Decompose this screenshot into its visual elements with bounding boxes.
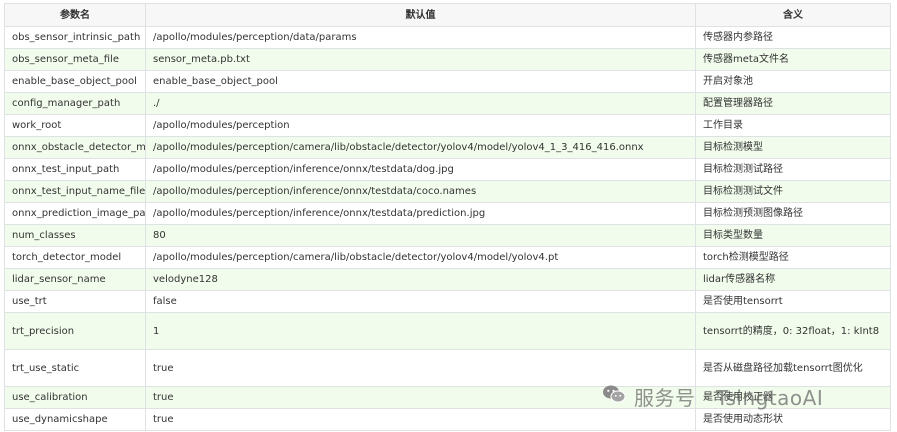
watermark: 服务号 · TsingtaoAI	[602, 382, 823, 411]
cell-default-value: ./	[145, 92, 696, 115]
cell-param-name: lidar_sensor_name	[4, 268, 146, 291]
cell-default-value: /apollo/modules/perception	[145, 114, 696, 137]
table-row: enable_base_object_pool enable_base_objec…	[4, 70, 891, 93]
table-row: trt_precision 1 tensorrt的精度，0: 32float，1: …	[4, 312, 891, 350]
cell-default-value: /apollo/modules/perception/data/params	[145, 26, 696, 49]
cell-default-value: enable_base_object_pool	[145, 70, 696, 93]
table-row: lidar_sensor_name velodyne128 lidar传感器名称	[4, 268, 891, 291]
watermark-text: 服务号 · TsingtaoAI	[634, 386, 824, 410]
cell-meaning: tensorrt的精度，0: 32float，1: kInt8	[695, 312, 891, 350]
table-row: num_classes 80 目标类型数量	[4, 224, 891, 247]
cell-param-name: use_trt	[4, 290, 146, 313]
cell-default-value: /apollo/modules/perception/inference/onn…	[145, 180, 696, 203]
cell-meaning: 开启对象池	[695, 70, 891, 93]
table-row: use_trt false 是否使用tensorrt	[4, 290, 891, 313]
cell-default-value: velodyne128	[145, 268, 696, 291]
cell-param-name: obs_sensor_meta_file	[4, 48, 146, 71]
cell-param-name: onnx_test_input_path	[4, 158, 146, 181]
cell-default-value: true	[145, 408, 696, 431]
params-table: 参数名 默认值 含义 obs_sensor_intrinsic_path/apo…	[4, 3, 891, 431]
table-row: work_root/apollo/modules/perception 工作目录	[4, 114, 891, 137]
cell-meaning: 工作目录	[695, 114, 891, 137]
header-default-value: 默认值	[145, 3, 696, 27]
table-row: config_manager_path ./配置管理器路径	[4, 92, 891, 115]
header-row: 参数名 默认值 含义	[4, 3, 891, 27]
cell-param-name: trt_precision	[4, 312, 146, 350]
cell-meaning: 目标类型数量	[695, 224, 891, 247]
cell-param-name: obs_sensor_intrinsic_path	[4, 26, 146, 49]
table-row: onnx_obstacle_detector_model/apollo/modu…	[4, 136, 891, 159]
table-row: onnx_prediction_image_path/apollo/module…	[4, 202, 891, 225]
cell-meaning: 配置管理器路径	[695, 92, 891, 115]
cell-default-value: sensor_meta.pb.txt	[145, 48, 696, 71]
cell-default-value: 1	[145, 312, 696, 350]
cell-meaning: 是否使用tensorrt	[695, 290, 891, 313]
cell-param-name: onnx_test_input_name_file	[4, 180, 146, 203]
cell-meaning: 传感器meta文件名	[695, 48, 891, 71]
cell-default-value: /apollo/modules/perception/inference/onn…	[145, 158, 696, 181]
cell-meaning: 目标检测预测图像路径	[695, 202, 891, 225]
cell-param-name: enable_base_object_pool	[4, 70, 146, 93]
cell-param-name: trt_use_static	[4, 349, 146, 387]
header-param-name: 参数名	[4, 3, 146, 27]
cell-meaning: 是否从磁盘路径加载tensorrt图优化	[695, 349, 891, 387]
wechat-icon	[602, 384, 626, 409]
cell-default-value: true	[145, 349, 696, 387]
cell-param-name: use_calibration	[4, 386, 146, 409]
cell-param-name: use_dynamicshape	[4, 408, 146, 431]
cell-param-name: work_root	[4, 114, 146, 137]
cell-meaning: 目标检测测试文件	[695, 180, 891, 203]
cell-meaning: 目标检测模型	[695, 136, 891, 159]
table-body: obs_sensor_intrinsic_path/apollo/modules…	[4, 26, 891, 431]
cell-meaning: torch检测模型路径	[695, 246, 891, 269]
cell-param-name: torch_detector_model	[4, 246, 146, 269]
table-row: torch_detector_model/apollo/modules/perc…	[4, 246, 891, 269]
cell-param-name: onnx_prediction_image_path	[4, 202, 146, 225]
cell-param-name: config_manager_path	[4, 92, 146, 115]
table-row: use_dynamicshape true 是否使用动态形状	[4, 408, 891, 431]
cell-param-name: onnx_obstacle_detector_model	[4, 136, 146, 159]
cell-meaning: 传感器内参路径	[695, 26, 891, 49]
table-row: trt_use_static true 是否从磁盘路径加载tensorrt图优化	[4, 349, 891, 387]
table-row: obs_sensor_meta_file sensor_meta.pb.txt 传感…	[4, 48, 891, 71]
cell-default-value: /apollo/modules/perception/camera/lib/ob…	[145, 246, 696, 269]
table-row: onnx_test_input_name_file/apollo/modules…	[4, 180, 891, 203]
cell-default-value: /apollo/modules/perception/camera/lib/ob…	[145, 136, 696, 159]
cell-param-name: num_classes	[4, 224, 146, 247]
table-row: onnx_test_input_path/apollo/modules/perc…	[4, 158, 891, 181]
header-meaning: 含义	[695, 3, 891, 27]
cell-meaning: lidar传感器名称	[695, 268, 891, 291]
cell-default-value: /apollo/modules/perception/inference/onn…	[145, 202, 696, 225]
cell-default-value: 80	[145, 224, 696, 247]
cell-meaning: 是否使用动态形状	[695, 408, 891, 431]
table-row: obs_sensor_intrinsic_path/apollo/modules…	[4, 26, 891, 49]
cell-meaning: 目标检测测试路径	[695, 158, 891, 181]
cell-default-value: false	[145, 290, 696, 313]
